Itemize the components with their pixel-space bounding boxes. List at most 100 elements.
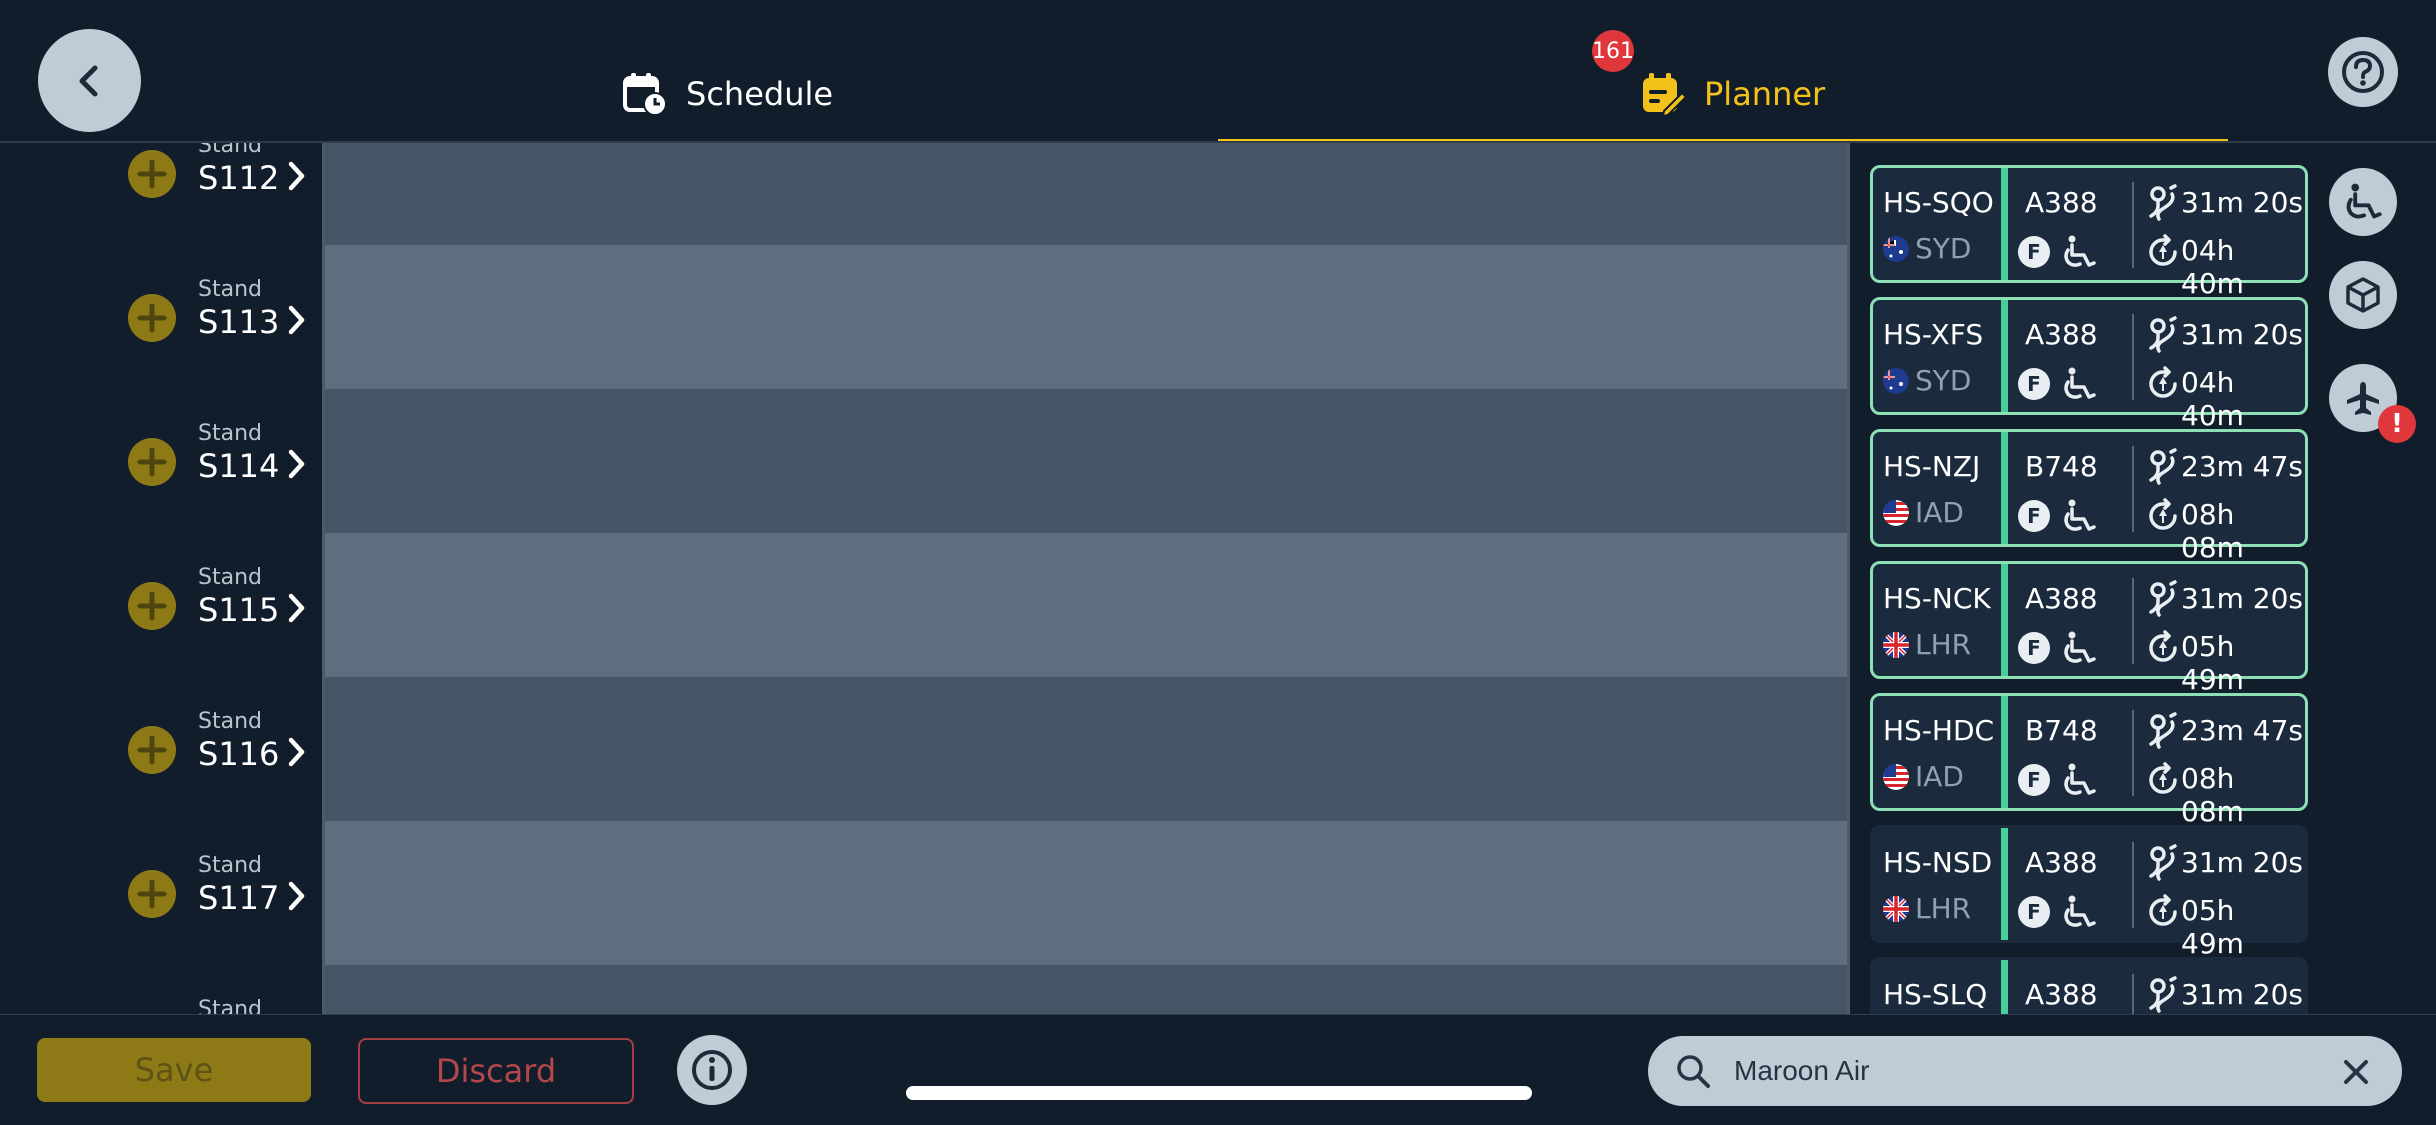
flight-registration: HS-NZJ <box>1883 450 1981 483</box>
search-icon <box>1677 1055 1710 1088</box>
wheelchair-icon <box>2064 367 2096 399</box>
plus-icon <box>137 159 167 189</box>
turnaround-time-icon <box>2149 894 2177 926</box>
flight-card[interactable]: HS-NSD LHR A388 F 31m 20s 05h 49m <box>1870 825 2308 960</box>
flight-card[interactable]: HS-SLQ A388 31m 20s <box>1870 957 2308 1015</box>
close-icon[interactable] <box>2340 1056 2372 1088</box>
timeline-lane[interactable] <box>325 965 1847 1015</box>
stand-label: Stand <box>198 853 262 878</box>
stand-name: S112 <box>198 159 280 197</box>
stand-row[interactable]: Stand S115 <box>0 503 322 647</box>
origin-code: LHR <box>1915 628 1972 661</box>
tab-schedule[interactable]: Schedule <box>622 66 833 122</box>
flight-registration: HS-NCK <box>1883 582 1991 615</box>
aircraft-type: B748 <box>2025 714 2098 747</box>
chevron-right-icon[interactable] <box>286 159 308 193</box>
flag-us-icon <box>1883 763 1909 790</box>
class-badge: F <box>2018 764 2050 796</box>
stand-row[interactable]: Stand S113 <box>0 215 322 359</box>
timeline-lane[interactable] <box>325 821 1847 965</box>
flight-card[interactable]: HS-XFS SYD A388 F 31m 20s 04h 40m <box>1870 297 2308 432</box>
card-separator <box>2132 842 2134 928</box>
taxi-time-icon <box>2149 184 2177 221</box>
stand-timeline[interactable] <box>325 143 1847 1015</box>
back-button[interactable] <box>38 29 141 132</box>
flight-status-bar <box>2001 828 2008 940</box>
flight-status-bar <box>2001 696 2008 808</box>
add-stand-button[interactable] <box>128 438 176 486</box>
flight-card[interactable]: HS-NCK LHR A388 F 31m 20s 05h 49m <box>1870 561 2308 696</box>
origin-code: SYD <box>1915 364 1972 397</box>
add-stand-button[interactable] <box>128 870 176 918</box>
aircraft-alert-badge: ! <box>2378 405 2416 443</box>
timeline-lane[interactable] <box>325 677 1847 821</box>
add-stand-button[interactable] <box>128 582 176 630</box>
wheelchair-icon <box>2064 499 2096 531</box>
flight-card[interactable]: HS-HDC IAD B748 F 23m 47s 08h 08m <box>1870 693 2308 828</box>
cargo-filter-button[interactable] <box>2329 261 2397 329</box>
flight-origin: LHR <box>1883 892 1971 925</box>
card-separator <box>2132 578 2134 664</box>
taxi-time-icon <box>2149 580 2177 617</box>
discard-button[interactable]: Discard <box>358 1038 634 1104</box>
wheelchair-icon <box>2064 763 2096 795</box>
timeline-lane[interactable] <box>325 245 1847 389</box>
stand-row[interactable]: Stand S117 <box>0 791 322 935</box>
taxi-time-icon <box>2149 448 2177 485</box>
tab-planner-label: Planner <box>1704 75 1826 113</box>
timeline-lane[interactable] <box>325 533 1847 677</box>
chevron-right-icon[interactable] <box>286 303 308 337</box>
flight-registration: HS-SLQ <box>1883 978 1988 1011</box>
flight-origin: SYD <box>1883 232 1971 265</box>
plus-icon <box>137 447 167 477</box>
top-bar: Schedule 161 Planner <box>0 0 2436 143</box>
turnaround-time: 08h 08m <box>2181 498 2244 564</box>
taxi-time: 31m 20s <box>2181 846 2304 879</box>
chevron-right-icon[interactable] <box>286 735 308 769</box>
save-button[interactable]: Save <box>37 1038 311 1102</box>
aircraft-type: B748 <box>2025 450 2098 483</box>
home-indicator[interactable] <box>906 1086 1532 1100</box>
tab-planner[interactable]: Planner <box>1640 66 1825 122</box>
wheelchair-filter-button[interactable] <box>2329 168 2397 236</box>
taxi-time: 31m 20s <box>2181 186 2304 219</box>
aircraft-type: A388 <box>2025 318 2098 351</box>
chevron-right-icon[interactable] <box>286 879 308 913</box>
origin-code: LHR <box>1915 892 1972 925</box>
flight-card[interactable]: HS-NZJ IAD B748 F 23m 47s 08h 08m <box>1870 429 2308 564</box>
flight-registration: HS-NSD <box>1883 846 1993 879</box>
search-input[interactable] <box>1734 1050 2294 1092</box>
turnaround-time-icon <box>2149 498 2177 530</box>
stand-row[interactable]: Stand S112 <box>0 143 322 215</box>
stand-name: S116 <box>198 735 280 773</box>
timeline-lane[interactable] <box>325 389 1847 533</box>
timeline-lane[interactable] <box>325 143 1847 245</box>
stand-row[interactable]: Stand <box>0 935 322 1015</box>
search-bar[interactable] <box>1648 1036 2402 1106</box>
wheelchair-icon <box>2064 235 2096 267</box>
stand-name: S113 <box>198 303 280 341</box>
stand-row[interactable]: Stand S116 <box>0 647 322 791</box>
add-stand-button[interactable] <box>128 150 176 198</box>
flag-au-icon <box>1883 367 1909 394</box>
add-stand-button[interactable] <box>128 294 176 342</box>
add-stand-button[interactable] <box>128 726 176 774</box>
class-badge: F <box>2018 500 2050 532</box>
taxi-time: 31m 20s <box>2181 978 2304 1011</box>
chevron-right-icon[interactable] <box>286 447 308 481</box>
help-button[interactable] <box>2328 37 2398 107</box>
chevron-right-icon[interactable] <box>286 591 308 625</box>
flight-status-bar <box>2001 432 2008 544</box>
taxi-time-icon <box>2149 844 2177 881</box>
flight-origin: SYD <box>1883 364 1971 397</box>
info-button[interactable] <box>677 1035 747 1105</box>
stand-name: S115 <box>198 591 280 629</box>
taxi-time: 31m 20s <box>2181 582 2304 615</box>
class-badge: F <box>2018 368 2050 400</box>
flight-origin: IAD <box>1883 760 1964 793</box>
flight-registration: HS-SQO <box>1883 186 1994 219</box>
flight-card[interactable]: HS-SQO SYD A388 F 31m 20s 04h 40m <box>1870 165 2308 300</box>
flight-registration: HS-XFS <box>1883 318 1984 351</box>
stand-row[interactable]: Stand S114 <box>0 359 322 503</box>
taxi-time: 31m 20s <box>2181 318 2304 351</box>
